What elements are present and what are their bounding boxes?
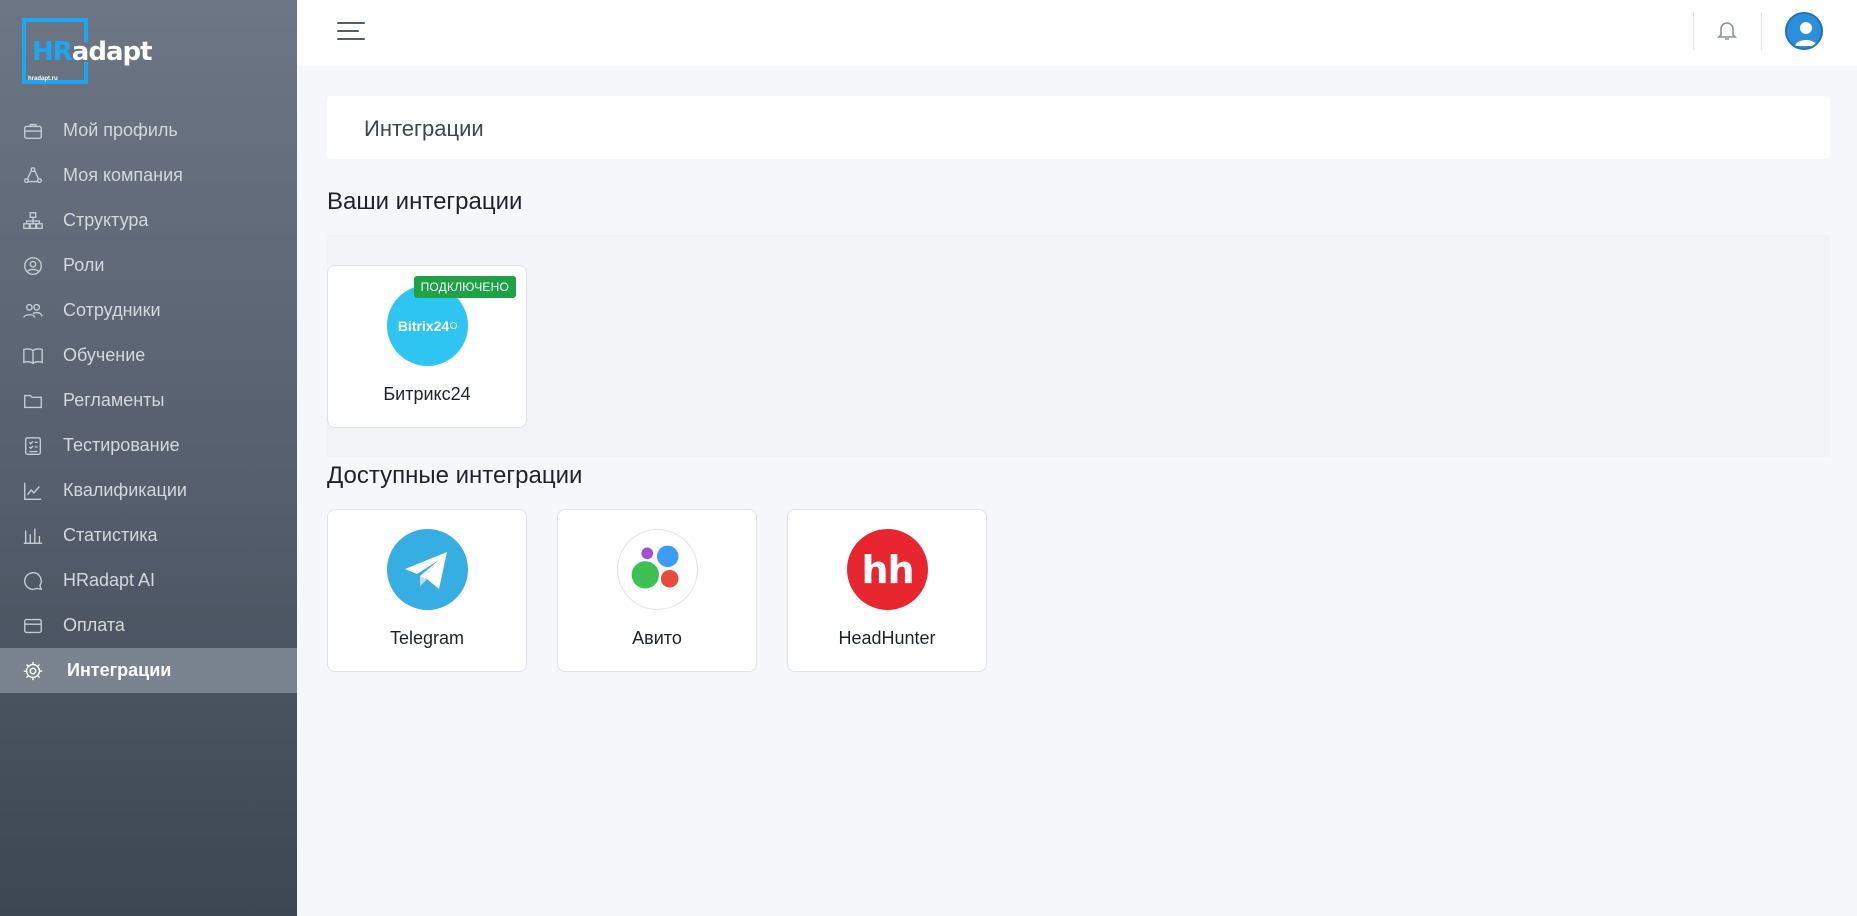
chat-icon	[22, 570, 44, 592]
book-icon	[22, 345, 44, 367]
sidebar: HRadapt hradapt.ru Мой профиль Моя компа…	[0, 0, 297, 916]
sidebar-item-testing[interactable]: Тестирование	[0, 423, 297, 468]
sidebar-item-label: Сотрудники	[63, 300, 161, 320]
users-icon	[22, 300, 44, 322]
sidebar-item-label: HRadapt AI	[63, 570, 156, 590]
integration-card-label: Битрикс24	[383, 384, 471, 404]
avito-logo-icon	[617, 529, 698, 610]
sidebar-item-label: Регламенты	[63, 390, 165, 410]
sidebar-item-ai[interactable]: HRadapt AI	[0, 558, 297, 603]
bitrix24-logo-text: Bitrix24	[397, 317, 450, 334]
sidebar-item-label: Оплата	[63, 615, 125, 635]
topbar-divider	[1693, 12, 1694, 50]
sidebar-item-statistics[interactable]: Статистика	[0, 513, 297, 558]
status-badge: ПОДКЛЮЧЕНО	[413, 276, 516, 298]
bell-icon[interactable]	[1715, 18, 1741, 44]
sidebar-item-company[interactable]: Моя компания	[0, 153, 297, 198]
sidebar-item-label: Обучение	[63, 345, 146, 365]
sidebar-item-label: Мой профиль	[63, 120, 178, 140]
connected-integrations-area	[327, 235, 1830, 457]
logo-subtitle: hradapt.ru	[28, 76, 58, 82]
folder-icon	[22, 390, 44, 412]
sidebar-item-label: Структура	[63, 210, 149, 230]
integration-card-avito[interactable]: Авито	[557, 509, 757, 672]
avatar[interactable]	[1785, 12, 1823, 50]
available-section-title: Доступные интеграции	[327, 462, 583, 489]
logo-hr: HR	[32, 37, 73, 67]
logo-text: HRadapt	[32, 37, 153, 67]
headhunter-logo-icon: hh	[847, 529, 928, 610]
sidebar-item-label: Статистика	[63, 525, 158, 545]
telegram-logo-icon	[387, 529, 468, 610]
connected-section-title: Ваши интеграции	[327, 188, 523, 215]
sidebar-item-regulations[interactable]: Регламенты	[0, 378, 297, 423]
sidebar-item-label: Квалификации	[63, 480, 187, 500]
chart-line-icon	[22, 480, 44, 502]
user-circle-icon	[22, 255, 44, 277]
menu-toggle-icon[interactable]	[337, 22, 365, 42]
sidebar-item-structure[interactable]: Структура	[0, 198, 297, 243]
integration-card-telegram[interactable]: Telegram	[327, 509, 527, 672]
credit-card-icon	[22, 615, 44, 637]
gear-icon	[22, 660, 44, 682]
hradapt-logo[interactable]: HRadapt hradapt.ru	[22, 18, 172, 86]
page-header: Интеграции	[327, 96, 1830, 159]
sidebar-item-qualifications[interactable]: Квалификации	[0, 468, 297, 513]
sidebar-item-integrations[interactable]: Интеграции	[0, 648, 297, 693]
logo-adapt: adapt	[71, 37, 153, 67]
integration-card-headhunter[interactable]: hh HeadHunter	[787, 509, 987, 672]
company-icon	[22, 165, 44, 187]
sidebar-item-roles[interactable]: Роли	[0, 243, 297, 288]
integration-card-label: HeadHunter	[838, 628, 936, 648]
page-title: Интеграции	[364, 116, 484, 141]
bar-chart-icon	[22, 525, 44, 547]
sidebar-item-employees[interactable]: Сотрудники	[0, 288, 297, 333]
sidebar-item-label: Роли	[63, 255, 105, 275]
checklist-icon	[22, 435, 44, 457]
structure-icon	[22, 210, 44, 232]
sidebar-menu: Мой профиль Моя компания Структура Роли …	[0, 108, 297, 693]
topbar	[297, 0, 1857, 66]
sidebar-item-label: Моя компания	[63, 165, 183, 185]
sidebar-item-profile[interactable]: Мой профиль	[0, 108, 297, 153]
briefcase-icon	[22, 120, 44, 142]
integration-card-label: Авито	[632, 628, 682, 648]
integration-card-label: Telegram	[389, 628, 465, 648]
sidebar-item-label: Тестирование	[63, 435, 180, 455]
sidebar-item-training[interactable]: Обучение	[0, 333, 297, 378]
headhunter-logo-text: hh	[861, 547, 914, 592]
sidebar-item-label: Интеграции	[67, 660, 172, 680]
sidebar-item-payment[interactable]: Оплата	[0, 603, 297, 648]
topbar-divider	[1761, 12, 1762, 50]
integration-card-bitrix24[interactable]: Bitrix24 ПОДКЛЮЧЕНО Битрикс24	[327, 265, 527, 428]
